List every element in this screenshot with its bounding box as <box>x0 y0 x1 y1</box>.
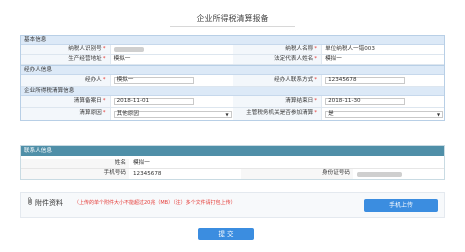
phone-label: 手机号码 <box>21 169 129 179</box>
agent-contact-input[interactable]: 12345678 <box>325 77 406 84</box>
contact-name-label: 姓名 <box>21 159 129 168</box>
phone-value: 12345678 <box>133 170 162 177</box>
submit-button[interactable]: 提 交 <box>198 228 254 240</box>
attachment-note: （上传的单个附件大小不能超过20兆（MB）（注）多个文件请打包上传） <box>74 200 236 206</box>
end-date-input[interactable]: 2018-11-30 <box>325 98 406 105</box>
chevron-down-icon: ▼ <box>437 111 441 117</box>
agent-name-input[interactable]: 模拟一 <box>113 77 194 84</box>
legal-rep-value: 模拟一 <box>325 56 342 62</box>
agent-name-label: 经办人* <box>21 75 111 86</box>
attachment-title: 附件资料 <box>35 199 63 207</box>
address-label: 生产经营地址* <box>21 55 111 64</box>
clearing-row-1: 清算备案日* 2018-11-01 清算结束日* 2018-11-30 <box>21 96 444 108</box>
reason-label: 清算原因* <box>21 108 111 120</box>
section-agent-info: 经办人信息 <box>21 66 444 75</box>
chevron-down-icon: ▼ <box>225 111 229 117</box>
tax-id-value <box>111 45 233 54</box>
contact-info-panel: 联系人信息 姓名 模拟一 手机号码 12345678 身份证号码 <box>20 145 445 180</box>
id-number-value <box>353 169 402 179</box>
basic-row-1: 纳税人识别号* 纳税人名称* 单位纳税人一错003 <box>21 45 444 55</box>
end-date-label: 清算结束日* <box>232 96 323 107</box>
basic-row-2: 生产经营地址* 模拟一 法定代表人姓名* 模拟一 <box>21 55 444 65</box>
tax-authority-label: 主管税务机关是否参加清算* <box>232 108 323 120</box>
section-basic-info: 基本信息 <box>21 36 444 45</box>
taxpayer-name-value: 单位纳税人一错003 <box>325 46 375 52</box>
reason-select[interactable]: 其他原因 ▼ <box>113 110 232 118</box>
contact-phone-row: 手机号码 12345678 身份证号码 <box>21 169 444 179</box>
page-title: 企业所得税清算报备 <box>196 14 269 23</box>
taxpayer-name-label: 纳税人名称* <box>232 45 323 54</box>
clearing-row-2: 清算原因* 其他原因 ▼ 主管税务机关是否参加清算* 是 ▼ <box>21 108 444 120</box>
section-contact-info: 联系人信息 <box>21 146 444 156</box>
paperclip-icon <box>27 197 33 207</box>
agent-info-panel: 经办人信息 经办人* 模拟一 经办人联系方式* 12345678 企业所得税清算… <box>20 65 445 121</box>
tax-authority-select[interactable]: 是 ▼ <box>325 110 444 118</box>
start-date-input[interactable]: 2018-11-01 <box>113 98 194 105</box>
end-date-cell: 2018-11-30 <box>322 96 444 107</box>
id-number-label: 身份证号码 <box>241 169 353 179</box>
contact-name-value: 模拟一 <box>133 160 150 166</box>
start-date-label: 清算备案日* <box>21 96 111 107</box>
redacted-id-number <box>357 171 402 177</box>
address-value: 模拟一 <box>113 56 131 62</box>
contact-name-row: 姓名 模拟一 <box>21 159 444 169</box>
reason-cell: 其他原因 ▼ <box>111 108 233 120</box>
basic-info-panel: 基本信息 纳税人识别号* 纳税人名称* 单位纳税人一错003 生产经营地址* 模… <box>20 35 445 66</box>
legal-rep-label: 法定代表人姓名* <box>232 55 323 64</box>
agent-row: 经办人* 模拟一 经办人联系方式* 12345678 <box>21 75 444 87</box>
tax-id-label: 纳税人识别号* <box>21 45 111 54</box>
attachment-panel: 附件资料 （上传的单个附件大小不能超过20兆（MB）（注）多个文件请打包上传） … <box>20 192 445 218</box>
agent-contact-label: 经办人联系方式* <box>232 75 323 86</box>
section-clearing-info: 企业所得税清算信息 <box>21 87 444 96</box>
agent-contact-cell: 12345678 <box>322 75 444 86</box>
start-date-cell: 2018-11-01 <box>111 96 233 107</box>
redacted-tax-id <box>113 47 144 52</box>
agent-name-cell: 模拟一 <box>111 75 233 86</box>
tax-authority-cell: 是 ▼ <box>322 108 444 120</box>
mobile-upload-button[interactable]: 手机上传 <box>364 199 438 212</box>
title-divider <box>170 26 295 27</box>
